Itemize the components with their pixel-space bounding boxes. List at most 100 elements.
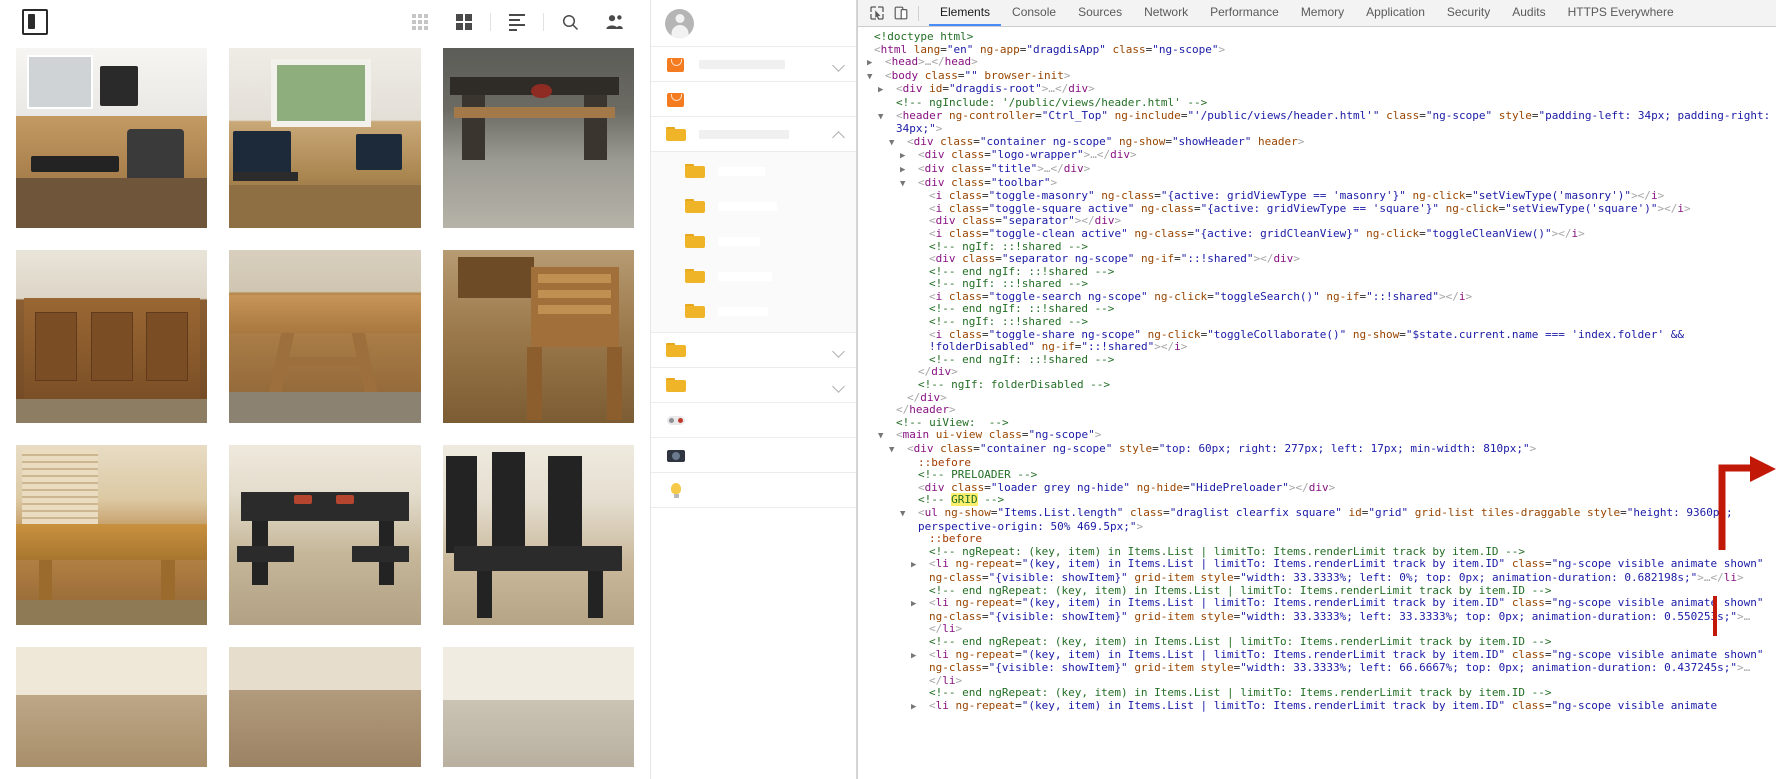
folder-item-folder-b[interactable] — [651, 333, 856, 368]
disclosure-triangle-icon[interactable] — [887, 111, 896, 124]
dom-node-line[interactable]: <div class="toolbar"> — [864, 176, 1776, 191]
devtools-tab-network[interactable]: Network — [1133, 0, 1199, 26]
dom-node-line[interactable]: <html lang="en" ng-app="dragdisApp" clas… — [864, 43, 1776, 57]
folder-icon — [665, 376, 688, 395]
folder-item-bag-1[interactable] — [651, 47, 856, 82]
devtools-tab-performance[interactable]: Performance — [1199, 0, 1290, 26]
disclosure-triangle-icon[interactable] — [898, 444, 907, 457]
photo-tile-partial-photo-middle[interactable] — [229, 647, 421, 767]
disclosure-triangle-icon[interactable] — [920, 598, 929, 611]
devtools-tab-audits[interactable]: Audits — [1501, 0, 1556, 26]
dom-node-line[interactable]: </div> — [864, 391, 1776, 405]
dom-node-line[interactable]: <!-- end ngIf: ::!shared --> — [864, 353, 1776, 367]
photo-tile-black-table-high-back-chairs[interactable] — [442, 445, 634, 625]
toggle-clean-icon[interactable] — [495, 7, 539, 37]
chevron-down-icon[interactable] — [832, 57, 846, 71]
inspect-cursor-glyph — [870, 6, 884, 20]
devtools-tab-memory[interactable]: Memory — [1290, 0, 1355, 26]
devtools-tab-application[interactable]: Application — [1355, 0, 1436, 26]
devtools-tab-security[interactable]: Security — [1436, 0, 1501, 26]
folder-item-games[interactable] — [651, 403, 856, 438]
dom-node-line[interactable]: <div class="logo-wrapper">…</div> — [864, 149, 1776, 163]
folder-item-camera[interactable] — [651, 438, 856, 473]
folder-item-bag-2[interactable] — [651, 82, 856, 117]
folder-item-folder-child-4[interactable] — [651, 259, 856, 294]
disclosure-triangle-icon[interactable] — [920, 650, 929, 663]
toggle-masonry-icon[interactable] — [398, 7, 442, 37]
toggle-search-icon[interactable] — [548, 7, 592, 37]
folder-item-folder-child-5[interactable] — [651, 294, 856, 329]
disclosure-triangle-icon[interactable] — [887, 430, 896, 443]
disclosure-triangle-icon[interactable] — [920, 701, 929, 714]
device-toolbar-icon[interactable] — [890, 2, 912, 24]
photo-grid-row-3 — [0, 445, 650, 625]
square-grid-glyph — [456, 14, 472, 30]
photo-tile-wooden-chair-and-table[interactable] — [442, 250, 634, 423]
devtools-elements-dom-tree[interactable]: <!doctype html> <html lang="en" ng-app="d… — [858, 27, 1776, 779]
folder-item-folder-c[interactable] — [651, 368, 856, 403]
dom-node-line[interactable]: <div class="title">…</div> — [864, 162, 1776, 177]
dom-node-line[interactable]: <header ng-controller="Ctrl_Top" ng-incl… — [864, 109, 1776, 136]
photo-tile-desk-with-laptops-window[interactable] — [229, 48, 421, 228]
folder-icon — [665, 125, 688, 144]
user-avatar[interactable] — [665, 8, 694, 38]
dom-node-line[interactable]: <head>…</head> — [864, 55, 1776, 70]
disclosure-triangle-icon[interactable] — [909, 508, 918, 521]
toggle-square-icon[interactable] — [442, 7, 486, 37]
photo-tile-long-dining-table-trestle[interactable] — [229, 250, 421, 423]
clean-view-glyph — [509, 13, 525, 31]
chevron-down-icon[interactable] — [832, 378, 846, 392]
dom-node-line[interactable]: <li ng-repeat="(key, item) in Items.List… — [864, 596, 1776, 636]
dom-node-line[interactable]: <li ng-repeat="(key, item) in Items.List… — [864, 557, 1776, 584]
chevron-down-icon[interactable] — [832, 343, 846, 357]
dom-node-line[interactable]: <li ng-repeat="(key, item) in Items.List… — [864, 699, 1776, 714]
disclosure-triangle-icon[interactable] — [887, 84, 896, 97]
photo-tile-desk-wood-slab-office[interactable] — [16, 48, 208, 228]
dom-node-line[interactable]: <main ui-view class="ng-scope"> — [864, 429, 1776, 443]
chevron-up-icon[interactable] — [832, 127, 846, 141]
disclosure-triangle-icon[interactable] — [876, 71, 885, 84]
disclosure-triangle-icon[interactable] — [920, 559, 929, 572]
photo-tile-black-dining-table-benches[interactable] — [229, 445, 421, 625]
dom-node-line[interactable]: <!-- ngIf: folderDisabled --> — [864, 378, 1776, 392]
devtools-tab-elements[interactable]: Elements — [929, 0, 1002, 26]
disclosure-triangle-icon[interactable] — [909, 150, 918, 163]
folder-icon — [684, 267, 707, 286]
inspect-element-icon[interactable] — [866, 2, 888, 24]
photo-tile-dark-bench-workshop[interactable] — [442, 48, 634, 228]
folder-item-folder-main[interactable] — [651, 117, 856, 152]
device-glyph — [894, 6, 908, 20]
devtools-tab-bar: Elements Console Sources Network Performance… — [858, 0, 1776, 27]
disclosure-triangle-icon[interactable] — [876, 57, 885, 70]
devtools-tab-https-everywhere[interactable]: HTTPS Everywhere — [1557, 0, 1685, 26]
dom-node-line[interactable]: <div id="dragdis-root">…</div> — [864, 83, 1776, 97]
user-account-row[interactable] — [651, 0, 856, 47]
photo-tile-partial-photo-left[interactable] — [16, 647, 208, 767]
folder-item-folder-child-1[interactable] — [651, 154, 856, 189]
toggle-share-icon[interactable] — [592, 7, 636, 37]
photo-tile-dining-table-bench-window[interactable] — [16, 445, 208, 625]
photo-grid-row-4 — [0, 647, 650, 767]
photo-tile-partial-photo-right[interactable] — [442, 647, 634, 767]
dragdis-logo-icon[interactable] — [22, 9, 48, 35]
dom-node-line[interactable]: <li ng-repeat="(key, item) in Items.List… — [864, 648, 1776, 688]
disclosure-triangle-icon[interactable] — [909, 178, 918, 191]
folder-item-folder-child-3[interactable] — [651, 224, 856, 259]
disclosure-triangle-icon[interactable] — [909, 164, 918, 177]
disclosure-triangle-icon[interactable] — [898, 137, 907, 150]
lightbulb-icon — [665, 481, 688, 500]
shopping-bag-icon — [665, 55, 688, 74]
folder-icon — [684, 232, 707, 251]
dom-node-line[interactable]: <i class="toggle-share ng-scope" ng-clic… — [864, 328, 1776, 354]
dom-node-line[interactable]: <body class="" browser-init> — [864, 69, 1776, 84]
screenshot-root: Elements Console Sources Network Performance… — [0, 0, 1776, 779]
photo-tile-wooden-sideboard-cabinet[interactable] — [16, 250, 208, 423]
devtools-tab-console[interactable]: Console — [1001, 0, 1067, 26]
devtools-tab-sources[interactable]: Sources — [1067, 0, 1133, 26]
dom-node-line[interactable]: <ul ng-show="Items.List.length" class="d… — [864, 506, 1776, 533]
dom-node-line[interactable]: <div class="container ng-scope" ng-show=… — [864, 135, 1776, 150]
dom-node-line[interactable]: <div class="container ng-scope" style="t… — [864, 442, 1776, 457]
devtools-panel: Elements Console Sources Network Performance… — [857, 0, 1776, 779]
folder-item-ideas[interactable] — [651, 473, 856, 508]
folder-item-folder-child-2[interactable] — [651, 189, 856, 224]
